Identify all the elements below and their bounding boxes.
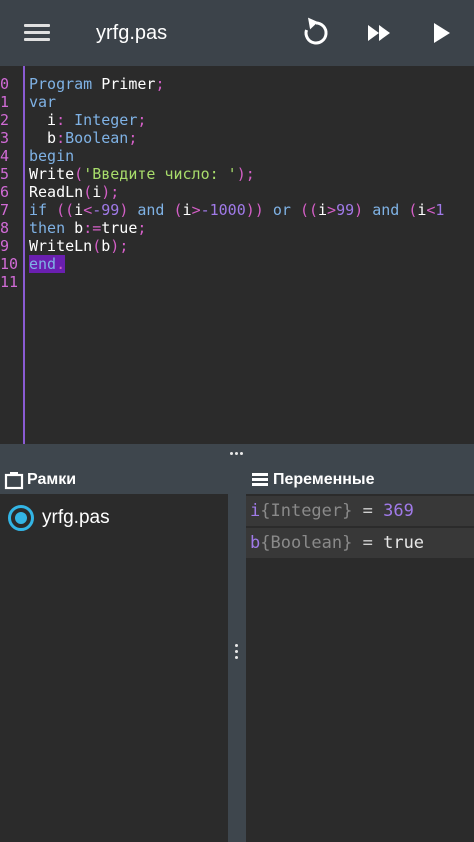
radio-selected-icon[interactable] [8,505,34,531]
frames-panel-title: Рамки [27,471,77,488]
variable-value: true [383,533,425,553]
code-line[interactable]: WriteLn(b); [29,237,128,255]
window-title: yrfg.pas [96,22,168,44]
variables-panel-header: Переменные [246,464,474,494]
drag-handle-icon[interactable] [234,644,240,660]
code-line[interactable]: Write('Введите число: '); [29,165,255,183]
variable-equals: = [352,533,384,553]
code-line[interactable]: ReadLn(i); [29,183,119,201]
variable-type: {Integer} [260,501,353,521]
fast-forward-icon [368,25,390,41]
frames-panel: Рамки yrfg.pas [0,464,228,842]
frame-label: yrfg.pas [42,507,110,528]
code-line[interactable]: i: Integer; [29,111,146,129]
code-editor[interactable]: 0 1 2 3 4 5 6 7 8 9 10 11 Program Primer… [0,66,474,444]
code-line[interactable]: Program Primer; [29,75,164,93]
drag-handle-icon[interactable] [230,448,244,458]
vertical-splitter[interactable] [228,464,246,842]
hamburger-menu-icon [24,24,50,27]
variables-panel: Переменные i{Integer} = 369 b{Boolean} =… [246,464,474,842]
variable-value: 369 [383,501,414,521]
variable-row[interactable]: i{Integer} = 369 [246,496,474,526]
frames-panel-header: Рамки [0,464,228,494]
line-number: 7 [0,201,10,219]
variables-list-icon [252,473,268,486]
code-line[interactable]: begin [29,147,74,165]
play-icon [434,23,450,43]
run-button[interactable] [422,13,462,53]
variable-name: i [250,501,261,521]
step-button[interactable] [360,13,400,53]
hamburger-menu-icon-bar [24,31,50,34]
variable-equals: = [352,501,384,521]
line-number: 8 [0,219,10,237]
variable-name: b [250,533,261,553]
line-number: 11 [0,273,19,291]
line-number: 2 [0,111,10,129]
toolbar: yrfg.pas [0,0,474,66]
line-number: 5 [0,165,10,183]
line-number: 10 [0,255,19,273]
line-number: 6 [0,183,10,201]
code-line[interactable]: if ((i<-99) and (i>-1000)) or ((i>99) an… [29,201,444,219]
line-number-gutter: 0 1 2 3 4 5 6 7 8 9 10 11 [0,66,25,444]
variables-panel-title: Переменные [273,471,375,488]
line-number: 3 [0,129,10,147]
variable-type: {Boolean} [260,533,353,553]
variable-row[interactable]: b{Boolean} = true [246,528,474,558]
frame-list-item[interactable]: yrfg.pas [0,502,228,534]
code-line[interactable]: then b:=true; [29,219,146,237]
frames-icon [4,472,24,490]
hamburger-menu-icon-bar [24,38,50,41]
restart-button[interactable] [296,13,336,53]
code-line[interactable]: b:Boolean; [29,129,137,147]
line-number: 9 [0,237,10,255]
code-line[interactable]: end. [29,255,66,273]
restart-icon [304,17,328,45]
line-number: 4 [0,147,10,165]
menu-button[interactable] [18,18,58,48]
horizontal-splitter[interactable] [0,444,474,464]
line-number: 1 [0,93,10,111]
line-number: 0 [0,75,10,93]
code-line[interactable]: var [29,93,56,111]
